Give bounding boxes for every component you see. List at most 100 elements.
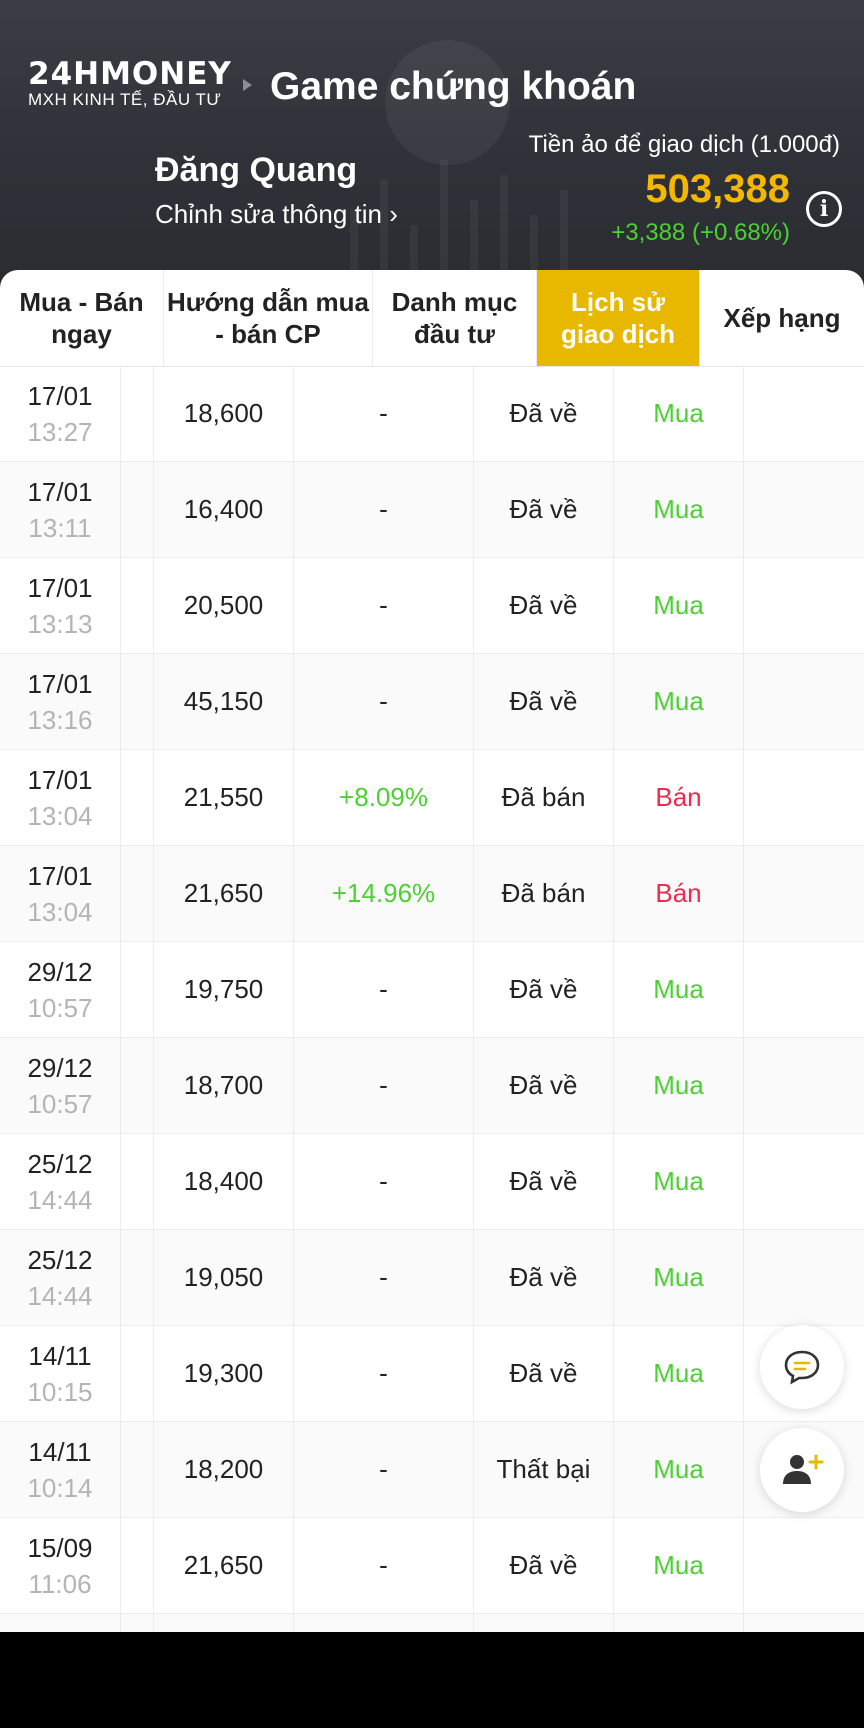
table-row[interactable]: 17/01 13:13 20,500- Đã về Mua: [0, 558, 864, 654]
date-cell: 15/09: [0, 1614, 121, 1632]
price-cell: [154, 1614, 294, 1632]
profit-percent-cell: -: [294, 1518, 474, 1613]
tab-guide[interactable]: Hướng dẫn mua - bán CP: [164, 270, 373, 366]
balance-label: Tiền ảo để giao dịch (1.000đ): [528, 131, 840, 158]
table-row[interactable]: 15/09 11:06 21,650- Đã về Mua: [0, 1518, 864, 1614]
extra-cell: [744, 1134, 864, 1229]
date-cell: 15/09 11:06: [0, 1518, 121, 1613]
profit-percent-cell: -: [294, 1230, 474, 1325]
table-row[interactable]: 17/01 13:04 21,650 +14.96% Đã bán Bán: [0, 846, 864, 942]
trade-type-cell: Bán: [614, 750, 744, 845]
extra-cell: [744, 654, 864, 749]
tab-ranking[interactable]: Xếp hạng: [700, 270, 864, 366]
date-cell: 14/11 10:14: [0, 1422, 121, 1517]
table-row[interactable]: 17/01 13:27 18,600- Đã về Mua: [0, 366, 864, 462]
header: 24HMONEY MXH KINH TẾ, ĐẦU TƯ Game chứng …: [0, 0, 864, 290]
logo-tagline: MXH KINH TẾ, ĐẦU TƯ: [28, 90, 222, 109]
trade-date: 15/09: [27, 1532, 93, 1563]
table-row[interactable]: 17/01 13:16 45,150- Đã về Mua: [0, 654, 864, 750]
status-cell: Đã về: [474, 1038, 614, 1133]
price-cell: 18,200: [154, 1422, 294, 1517]
table-row[interactable]: 25/12 14:44 18,400- Đã về Mua: [0, 1134, 864, 1230]
symbol-cell: [121, 1422, 154, 1517]
tab-portfolio[interactable]: Danh mục đầu tư: [373, 270, 537, 366]
table-row[interactable]: 17/01 13:11 16,400- Đã về Mua: [0, 462, 864, 558]
chat-button[interactable]: [760, 1325, 844, 1409]
tab-history[interactable]: Lịch sử giao dịch: [537, 270, 700, 366]
symbol-cell: [121, 366, 154, 461]
trade-time: 13:04: [27, 800, 93, 831]
profit-percent-cell: -: [294, 1326, 474, 1421]
table-row[interactable]: 29/12 10:57 18,700- Đã về Mua: [0, 1038, 864, 1134]
info-icon[interactable]: i: [806, 191, 842, 227]
trade-time: 14:44: [27, 1184, 93, 1215]
table-row[interactable]: 14/11 10:15 19,300- Đã về Mua: [0, 1326, 864, 1422]
trade-type-cell: Mua: [614, 1422, 744, 1517]
edit-profile-link[interactable]: Chỉnh sửa thông tin ›: [155, 198, 398, 230]
date-cell: 17/01 13:27: [0, 366, 121, 461]
table-row[interactable]: 29/12 10:57 19,750- Đã về Mua: [0, 942, 864, 1038]
date-cell: 17/01 13:16: [0, 654, 121, 749]
price-cell: 18,600: [154, 366, 294, 461]
status-cell: Đã về: [474, 558, 614, 653]
extra-cell: [744, 462, 864, 557]
price-cell: 19,300: [154, 1326, 294, 1421]
date-cell: 14/11 10:15: [0, 1326, 121, 1421]
symbol-cell: [121, 942, 154, 1037]
table-row[interactable]: 17/01 13:04 21,550 +8.09% Đã bán Bán: [0, 750, 864, 846]
trade-type-cell: Mua: [614, 654, 744, 749]
add-friend-button[interactable]: [760, 1428, 844, 1512]
table-row[interactable]: 25/12 14:44 19,050- Đã về Mua: [0, 1230, 864, 1326]
trade-date: 17/01: [27, 860, 93, 891]
user-name: Đăng Quang: [155, 151, 358, 189]
table-row[interactable]: 14/11 10:14 18,200- Thất bại Mua: [0, 1422, 864, 1518]
extra-cell: [744, 366, 864, 461]
table-row[interactable]: 15/09: [0, 1614, 864, 1632]
page-title: Game chứng khoán: [270, 65, 637, 108]
status-cell: Đã về: [474, 1326, 614, 1421]
trade-date: 17/01: [27, 668, 93, 699]
price-cell: 18,400: [154, 1134, 294, 1229]
trade-time: 13:04: [27, 896, 93, 927]
date-cell: 17/01 13:04: [0, 750, 121, 845]
breadcrumb-arrow-icon: [243, 79, 252, 91]
trade-type-cell: Mua: [614, 1038, 744, 1133]
status-cell: Đã về: [474, 462, 614, 557]
trade-date: 29/12: [27, 956, 93, 987]
extra-cell: [744, 846, 864, 941]
symbol-cell: [121, 846, 154, 941]
date-cell: 17/01 13:11: [0, 462, 121, 557]
logo[interactable]: 24HMONEY MXH KINH TẾ, ĐẦU TƯ: [28, 58, 232, 110]
status-cell: Đã về: [474, 942, 614, 1037]
trade-date: 14/11: [28, 1340, 92, 1371]
trade-type-cell: Mua: [614, 366, 744, 461]
trade-date: 17/01: [27, 476, 93, 507]
status-cell: [474, 1614, 614, 1632]
symbol-cell: [121, 1326, 154, 1421]
tab-buy-sell-now[interactable]: Mua - Bán ngay: [0, 270, 164, 366]
price-cell: 21,650: [154, 846, 294, 941]
date-cell: 29/12 10:57: [0, 1038, 121, 1133]
chat-icon: [784, 1350, 820, 1385]
profit-percent-cell: +14.96%: [294, 846, 474, 941]
trade-time: 13:11: [28, 512, 92, 543]
status-cell: Đã về: [474, 1134, 614, 1229]
profit-percent-cell: +8.09%: [294, 750, 474, 845]
trade-type-cell: Mua: [614, 1230, 744, 1325]
trade-date: 25/12: [27, 1148, 93, 1179]
extra-cell: [744, 1518, 864, 1613]
price-cell: 21,550: [154, 750, 294, 845]
date-cell: 17/01 13:13: [0, 558, 121, 653]
date-cell: 25/12 14:44: [0, 1230, 121, 1325]
price-cell: 45,150: [154, 654, 294, 749]
symbol-cell: [121, 1614, 154, 1632]
extra-cell: [744, 1230, 864, 1325]
trade-date: 14/11: [28, 1436, 92, 1467]
trade-type-cell: Mua: [614, 1134, 744, 1229]
trade-date: 25/12: [27, 1244, 93, 1275]
profit-percent-cell: [294, 1614, 474, 1632]
profit-percent-cell: -: [294, 462, 474, 557]
symbol-cell: [121, 558, 154, 653]
transaction-history-table: 17/01 13:27 18,600- Đã về Mua 17/01 13:11 16,40…: [0, 366, 864, 1632]
status-cell: Đã bán: [474, 846, 614, 941]
